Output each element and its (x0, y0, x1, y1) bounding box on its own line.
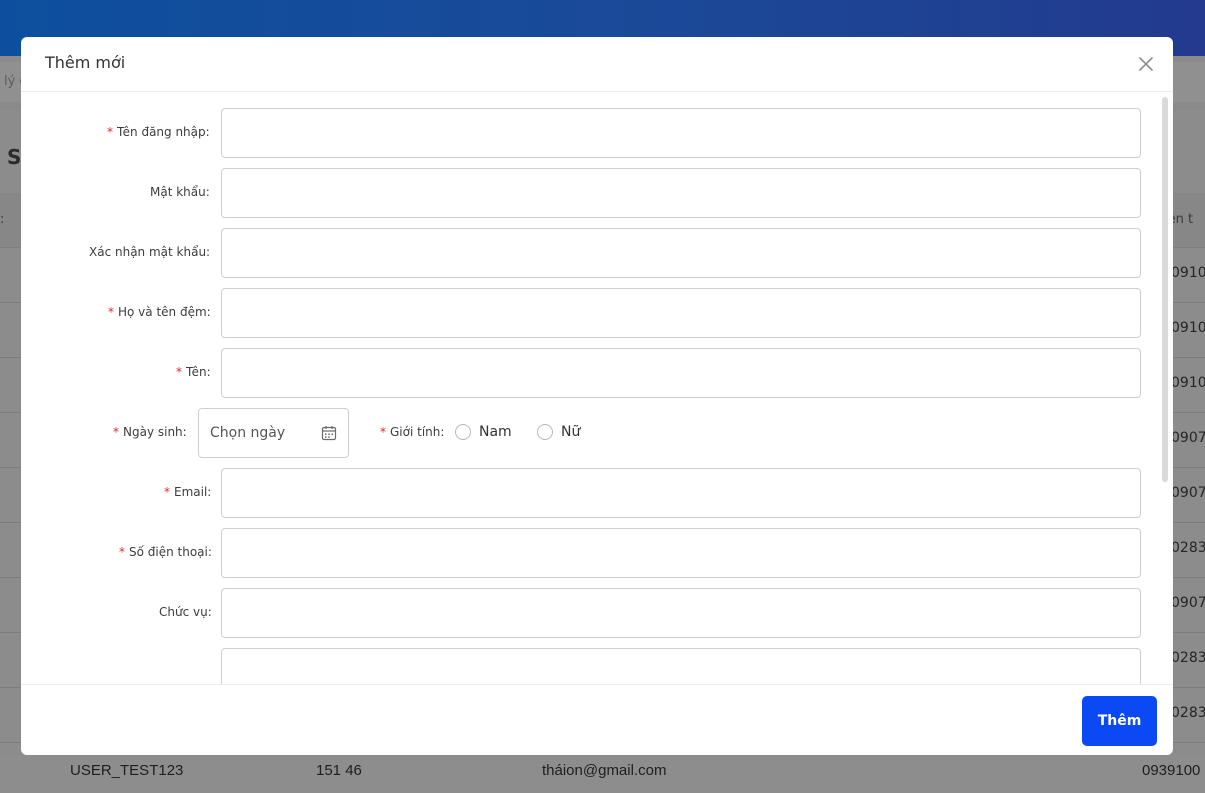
position-label: Chức vụ: (159, 605, 212, 619)
phone-label: * Số điện thoại: (119, 545, 212, 559)
username-input[interactable] (221, 108, 1141, 158)
form-row-phone: * Số điện thoại: (21, 528, 1173, 578)
table-cell-phone: 09100 (1171, 265, 1205, 281)
required-mark: * (113, 425, 119, 439)
table-cell-phone: 02836 (1171, 650, 1205, 666)
birthday-placeholder: Chọn ngày (210, 425, 286, 441)
modal-title: Thêm mới (45, 53, 126, 72)
modal-body[interactable]: * Tên đăng nhập: Mật khẩu: Xác nhận mật k… (21, 93, 1173, 684)
table-header-cell-left: : (0, 212, 5, 227)
required-mark: * (108, 305, 114, 319)
table-cell-phone: 09078 (1171, 485, 1205, 501)
form-row-birthday-gender: * Ngày sinh: Chọn ngày * Giới tính: Nam … (21, 408, 1173, 458)
required-mark: * (176, 365, 182, 379)
last-middle-name-label: * Họ và tên đệm: (108, 305, 211, 319)
required-mark: * (164, 485, 170, 499)
form-row-next (21, 648, 1173, 684)
gender-radio-female[interactable]: Nữ (537, 424, 580, 440)
email-input[interactable] (221, 468, 1141, 518)
first-name-label: * Tên: (176, 365, 211, 379)
modal-scrollbar[interactable] (1162, 97, 1168, 482)
table-cell-code: 151 46 (316, 762, 362, 779)
gender-option-label: Nữ (561, 424, 581, 440)
table-cell-email: tháion@gmail.com (542, 762, 667, 779)
modal-footer: Thêm (21, 684, 1173, 755)
confirm-password-input[interactable] (221, 228, 1141, 278)
form-row-last-middle-name: * Họ và tên đệm: (21, 288, 1173, 338)
required-mark: * (119, 545, 125, 559)
form-row-password: Mật khẩu: (21, 168, 1173, 218)
form-row-email: * Email: (21, 468, 1173, 518)
form-row-confirm-password: Xác nhận mật khẩu: (21, 228, 1173, 278)
position-input[interactable] (221, 588, 1141, 638)
required-mark: * (380, 425, 386, 439)
next-field-input[interactable] (221, 648, 1141, 684)
table-cell-phone: 09078 (1171, 430, 1205, 446)
first-name-input[interactable] (221, 348, 1141, 398)
add-user-modal: Thêm mới * Tên đăng nhập: Mật khẩu: Xác n… (21, 37, 1173, 755)
gender-label: * Giới tính: (380, 425, 445, 439)
form-row-position: Chức vụ: (21, 588, 1173, 638)
table-cell-phone: 0939100 (1142, 762, 1201, 779)
close-icon[interactable] (1135, 53, 1157, 75)
form-row-first-name: * Tên: (21, 348, 1173, 398)
radio-circle[interactable] (455, 424, 471, 440)
table-cell-phone: 09078 (1171, 595, 1205, 611)
table-cell-phone: 02836 (1171, 540, 1205, 556)
calendar-icon (321, 425, 337, 441)
password-label: Mật khẩu: (150, 185, 210, 199)
username-label: * Tên đăng nhập: (107, 125, 210, 139)
gender-radio-male[interactable]: Nam (455, 424, 512, 440)
required-mark: * (107, 125, 113, 139)
birthday-date-picker[interactable]: Chọn ngày (198, 408, 349, 458)
email-label: * Email: (164, 485, 212, 499)
confirm-password-label: Xác nhận mật khẩu: (89, 245, 211, 259)
form-row-username: * Tên đăng nhập: (21, 108, 1173, 158)
modal-header: Thêm mới (21, 37, 1173, 92)
submit-button[interactable]: Thêm (1082, 696, 1157, 746)
page-title: S (7, 145, 22, 169)
radio-circle[interactable] (537, 424, 553, 440)
birthday-label: * Ngày sinh: (113, 425, 187, 439)
gender-option-label: Nam (479, 424, 512, 440)
table-cell-phone: 09100 (1171, 375, 1205, 391)
phone-input[interactable] (221, 528, 1141, 578)
password-input[interactable] (221, 168, 1141, 218)
table-cell-phone: 02836 (1171, 705, 1205, 721)
table-cell-phone: 09100 (1171, 320, 1205, 336)
last-middle-name-input[interactable] (221, 288, 1141, 338)
table-cell-username: USER_TEST123 (70, 762, 184, 779)
